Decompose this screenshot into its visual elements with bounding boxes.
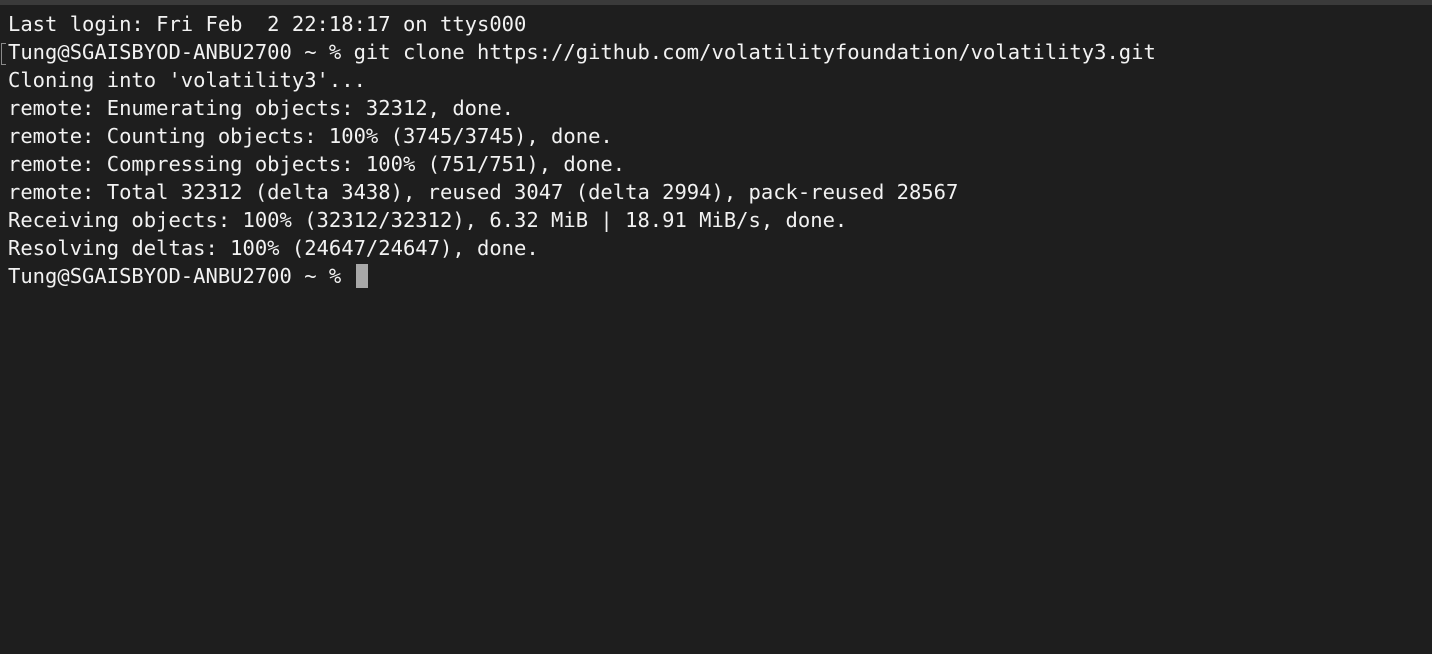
command-line: Tung@SGAISBYOD-ANBU2700 ~ % git clone ht… [8,40,1156,64]
terminal-output: Last login: Fri Feb 2 22:18:17 on ttys00… [8,10,1156,290]
output-line: remote: Total 32312 (delta 3438), reused… [8,180,959,204]
output-line: Resolving deltas: 100% (24647/24647), do… [8,236,539,260]
prompt-line[interactable]: Tung@SGAISBYOD-ANBU2700 ~ % [8,262,1156,290]
terminal-window[interactable]: Last login: Fri Feb 2 22:18:17 on ttys00… [0,5,1432,654]
output-line: Receiving objects: 100% (32312/32312), 6… [8,208,848,232]
command-mark-icon [1,43,6,65]
output-line: Last login: Fri Feb 2 22:18:17 on ttys00… [8,12,527,36]
text-cursor[interactable] [355,264,368,288]
output-line: Cloning into 'volatility3'... [8,68,366,92]
shell-prompt: Tung@SGAISBYOD-ANBU2700 ~ % [8,264,354,288]
output-line: remote: Enumerating objects: 32312, done… [8,96,515,120]
output-line: remote: Counting objects: 100% (3745/374… [8,124,613,148]
output-line: remote: Compressing objects: 100% (751/7… [8,152,626,176]
